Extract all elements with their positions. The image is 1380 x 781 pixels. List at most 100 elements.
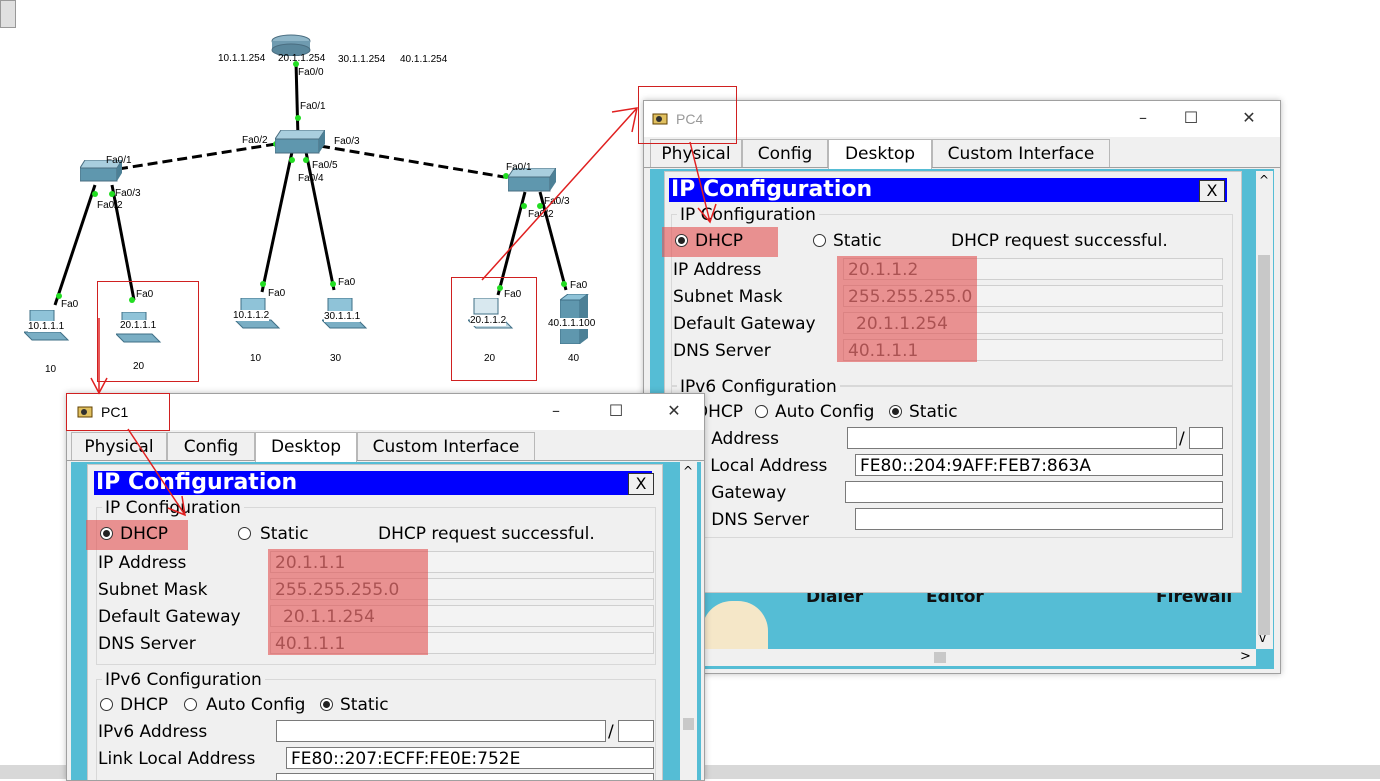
pc1-tab-physical[interactable]: Physical: [71, 432, 167, 460]
pc4-ipv4-group-label: IP Configuration: [677, 205, 819, 225]
pc4-ipv6-auto-radio[interactable]: [755, 405, 768, 418]
pc4-default-gateway-label: Default Gateway: [673, 314, 816, 334]
pc1-ipv6-gateway-field[interactable]: [276, 773, 654, 780]
gw-label-20: 20.1.1.254: [278, 53, 326, 64]
pc1-maximize-button[interactable]: ☐: [601, 400, 631, 422]
pc4-fields-highlight: [837, 256, 977, 362]
pc4-ipv6-static-label: Static: [909, 402, 958, 422]
pc1-ip-address-label: IP Address: [98, 553, 187, 573]
pc1-window[interactable]: PC1 – ☐ ✕ Physical Config Desktop Custom…: [66, 393, 705, 781]
pc1-static-radio[interactable]: [238, 527, 251, 540]
pc1-ipv6-static-radio[interactable]: [320, 698, 333, 711]
pc1-dhcp-status: DHCP request successful.: [378, 524, 595, 544]
pc4-ipv6-address-field[interactable]: [847, 427, 1177, 449]
pc1-ipv6-dhcp-label: DHCP: [120, 695, 168, 715]
pc1-link-local-label: Link Local Address: [98, 749, 256, 769]
host-port-6: Fa0: [570, 280, 588, 291]
pc1-dhcp-label: DHCP: [120, 524, 168, 544]
gw-label-30: 30.1.1.254: [338, 54, 386, 65]
pc4-subnet-mask-label: Subnet Mask: [673, 287, 783, 307]
pc4-ip-config-panel: IP Configuration X IP Configuration DHCP…: [662, 171, 1242, 593]
pc1-tab-custom-interface[interactable]: Custom Interface: [357, 432, 535, 460]
host-ip-1: 10.1.1.1: [28, 321, 65, 332]
annotation-box-pc1-host: [97, 281, 199, 382]
host-port-3: Fa0: [268, 288, 286, 299]
router-port-label: Fa0/0: [298, 67, 324, 78]
pc4-ipv6-dns-field[interactable]: [855, 508, 1223, 530]
pc1-vertical-scrollbar[interactable]: ^: [680, 462, 697, 780]
host-port-1: Fa0: [61, 299, 79, 310]
pc4-ipv6-address-label: 6 Address: [695, 429, 779, 449]
pc1-ipv4-group-label: IP Configuration: [102, 498, 244, 518]
left-port-fa03: Fa0/3: [115, 188, 141, 199]
pc1-ipv6-prefix-field[interactable]: [618, 720, 654, 742]
pc1-ipv6-auto-label: Auto Config: [206, 695, 306, 715]
left-port-fa01: Fa0/1: [106, 155, 132, 166]
topology-canvas: 10.1.1.254 20.1.1.254 30.1.1.254 40.1.1.…: [0, 0, 640, 392]
pc4-ipv6-prefix-field[interactable]: [1189, 427, 1223, 449]
pc1-link-local-field[interactable]: FE80::207:ECFF:FE0E:752E: [286, 747, 654, 769]
host-ip-4: 30.1.1.1: [324, 311, 361, 322]
pc4-ipv6-gateway-field[interactable]: [845, 481, 1223, 503]
host-port-4: Fa0: [338, 277, 356, 288]
annotation-box-pc1-title: [66, 393, 170, 431]
pc1-ipv6-group-label: IPv6 Configuration: [102, 670, 265, 690]
annotation-box-pc4-title: [638, 86, 737, 144]
annotation-box-pc4-host: [451, 277, 537, 381]
pc4-horizontal-scrollbar[interactable]: >: [704, 649, 1256, 666]
core-port-fa01: Fa0/1: [300, 101, 326, 112]
pc4-ipv6-static-radio[interactable]: [889, 405, 902, 418]
core-port-fa03: Fa0/3: [334, 136, 360, 147]
pc1-ipv6-static-label: Static: [340, 695, 389, 715]
pc1-ip-config-panel: IP Configuration X IP Configuration DHCP…: [86, 464, 663, 780]
pc1-tab-desktop[interactable]: Desktop: [255, 432, 357, 462]
pc4-static-label: Static: [833, 231, 882, 251]
pc4-prefix-separator: /: [1179, 429, 1185, 449]
pc1-default-gateway-label: Default Gateway: [98, 607, 241, 627]
pc4-vertical-scrollbar[interactable]: ^ v: [1256, 171, 1273, 649]
pc4-tab-custom-interface[interactable]: Custom Interface: [932, 139, 1110, 167]
host-vlan-4: 30: [330, 353, 342, 364]
pc4-maximize-button[interactable]: ☐: [1176, 107, 1206, 129]
host-vlan-6: 40: [568, 353, 580, 364]
pc4-ip-config-close-button[interactable]: X: [1199, 180, 1225, 202]
core-port-fa02: Fa0/2: [242, 135, 268, 146]
pc1-close-window-button[interactable]: ✕: [659, 400, 689, 422]
pc1-ipv6-dhcp-radio[interactable]: [100, 698, 113, 711]
pc4-dhcp-status: DHCP request successful.: [951, 231, 1168, 251]
pc4-dhcp-radio[interactable]: [675, 234, 688, 247]
host-vlan-3: 10: [250, 353, 262, 364]
pc4-link-local-field[interactable]: FE80::204:9AFF:FEB7:863A: [855, 454, 1223, 476]
pc1-tab-config[interactable]: Config: [167, 432, 255, 460]
left-port-fa02: Fa0/2: [97, 200, 123, 211]
host-vlan-1: 10: [45, 364, 57, 375]
pc1-minimize-button[interactable]: –: [541, 400, 571, 422]
right-port-fa03: Fa0/3: [544, 196, 570, 207]
pc4-tab-desktop[interactable]: Desktop: [828, 139, 932, 169]
right-port-fa01: Fa0/1: [506, 162, 532, 173]
pc1-dns-server-label: DNS Server: [98, 634, 196, 654]
pc1-ipv6-address-field[interactable]: [276, 720, 606, 742]
pc1-static-label: Static: [260, 524, 309, 544]
pc4-app-dialer-icon: [702, 601, 768, 649]
right-port-fa02: Fa0/2: [528, 209, 554, 220]
host-ip-3: 10.1.1.2: [233, 310, 270, 321]
pc1-ipv6-address-label: IPv6 Address: [98, 722, 208, 742]
pc4-static-radio[interactable]: [813, 234, 826, 247]
pc4-tab-config[interactable]: Config: [742, 139, 828, 167]
core-switch-icon[interactable]: [274, 129, 326, 154]
pc4-ipv6-gateway-label: 6 Gateway: [695, 483, 787, 503]
pc4-window[interactable]: PC4 – ☐ ✕ Physical Config Desktop Custom…: [643, 100, 1281, 674]
core-port-fa04: Fa0/4: [298, 173, 324, 184]
pc4-minimize-button[interactable]: –: [1128, 107, 1158, 129]
pc1-ip-config-close-button[interactable]: X: [628, 473, 654, 495]
pc4-dhcp-label: DHCP: [695, 231, 743, 251]
pc1-ipv6-auto-radio[interactable]: [184, 698, 197, 711]
pc1-dhcp-radio[interactable]: [100, 527, 113, 540]
pc4-tab-bar: Physical Config Desktop Custom Interface: [644, 139, 1280, 169]
pc4-ip-config-header: IP Configuration: [669, 178, 1227, 202]
pc1-fields-highlight: [268, 549, 428, 655]
pc4-close-window-button[interactable]: ✕: [1234, 107, 1264, 129]
pc4-ip-address-label: IP Address: [673, 260, 762, 280]
pc1-ip-config-header: IP Configuration: [94, 471, 652, 495]
